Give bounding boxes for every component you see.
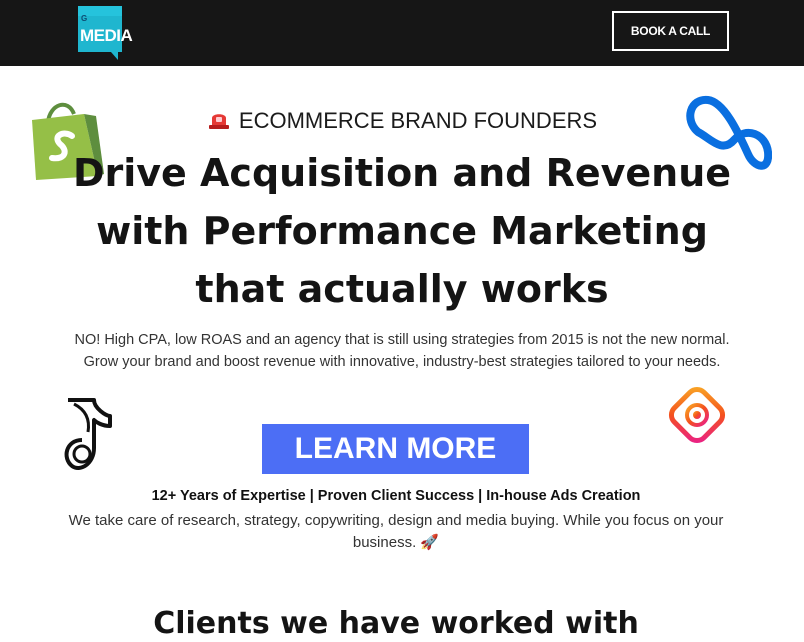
siren-icon xyxy=(207,110,231,136)
rocket-icon: 🚀 xyxy=(420,534,440,551)
learn-more-button[interactable]: LEARN MORE xyxy=(262,424,529,474)
logo-mark-text: G xyxy=(81,14,88,23)
eyebrow-heading: ECOMMERCE BRAND FOUNDERS xyxy=(0,108,804,136)
hero-subtext: NO! High CPA, low ROAS and an agency tha… xyxy=(74,332,730,370)
expertise-highlights: 12+ Years of Expertise | Proven Client S… xyxy=(151,488,641,504)
hero-headline: Drive Acquisition and Revenue with Perfo… xyxy=(50,144,754,318)
services-text: We take care of research, strategy, copy… xyxy=(68,512,724,551)
book-a-call-button[interactable]: BOOK A CALL xyxy=(612,11,729,51)
gmedia-logo[interactable]: G MEDIA xyxy=(78,6,133,60)
instagram-style-icon xyxy=(668,386,726,444)
headline-line-2: with Performance Marketing xyxy=(96,209,708,253)
eyebrow-text: ECOMMERCE BRAND FOUNDERS xyxy=(238,108,598,133)
tiktok-style-icon xyxy=(64,398,112,470)
headline-line-3: that actually works xyxy=(195,267,609,311)
services-description: We take care of research, strategy, copy… xyxy=(62,510,730,554)
logo-text: MEDIA xyxy=(80,26,133,45)
headline-line-1: Drive Acquisition and Revenue xyxy=(72,151,732,195)
clients-section-title: Clients we have worked with xyxy=(153,606,639,641)
